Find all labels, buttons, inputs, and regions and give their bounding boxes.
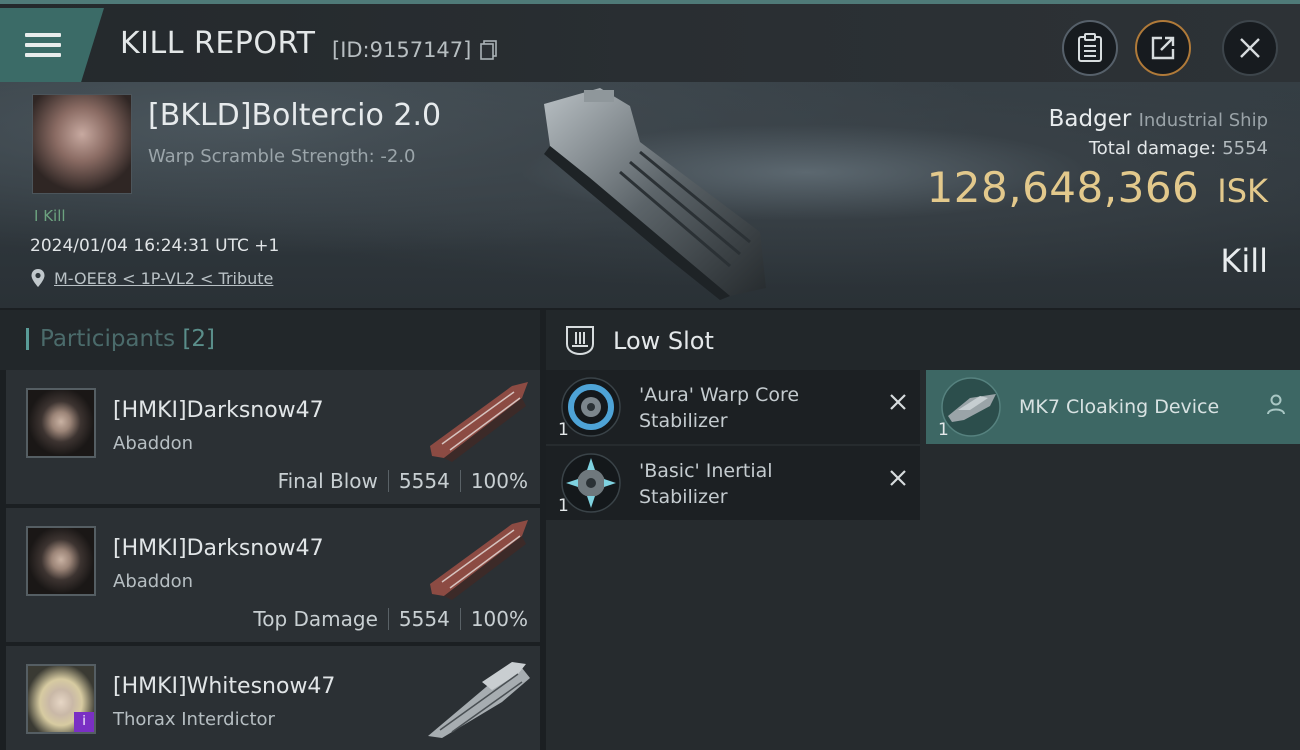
copy-icon[interactable] [480, 40, 498, 60]
participant-ship-image [430, 520, 528, 600]
result-label: Kill [1220, 242, 1268, 280]
module-item[interactable]: 1 'Aura' Warp Core Stabilizer [546, 370, 920, 444]
info-badge-icon: i [74, 712, 94, 732]
module-item[interactable]: 1 'Basic' Inertial Stabilizer [546, 446, 920, 520]
share-button[interactable] [1135, 20, 1191, 76]
participants-count: [2] [182, 326, 216, 352]
clipboard-button[interactable] [1062, 20, 1118, 76]
module-name-line1: 'Aura' Warp Core [639, 384, 800, 406]
low-slot-title: Low Slot [613, 327, 714, 355]
victim-name[interactable]: [BKLD]Boltercio 2.0 [148, 98, 441, 133]
section-accent-bar [26, 328, 29, 350]
victim-summary: [BKLD]Boltercio 2.0 Warp Scramble Streng… [0, 82, 1300, 308]
module-quantity: 1 [938, 420, 949, 440]
clipboard-icon [1078, 33, 1102, 62]
module-item[interactable]: 1 MK7 Cloaking Device [926, 370, 1300, 444]
participant-ship: Abaddon [113, 571, 194, 592]
participant-avatar[interactable] [26, 526, 96, 596]
participant-ship-image [428, 662, 530, 738]
participant-role: Top Damage [253, 607, 378, 631]
kill-timestamp: 2024/01/04 16:24:31 UTC +1 [30, 236, 280, 256]
inertial-stabilizer-icon [561, 453, 621, 513]
victim-portrait[interactable] [32, 94, 132, 194]
close-icon [1240, 38, 1260, 58]
kill-tag: I Kill [34, 207, 66, 225]
module-name-line2: Stabilizer [639, 410, 728, 432]
warp-core-stabilizer-icon [561, 377, 621, 437]
cloaking-device-icon [941, 377, 1001, 437]
victim-ship-image [544, 88, 766, 300]
isk-unit: ISK [1217, 172, 1268, 210]
participant-avatar[interactable] [26, 388, 96, 458]
participant-percent: 100% [470, 469, 528, 493]
location-link[interactable]: M-OEE8 < 1P-VL2 < Tribute [54, 269, 273, 288]
ship-class: Industrial Ship [1138, 110, 1268, 131]
top-bar: KILL REPORT [ID:9157147] [0, 0, 1300, 82]
module-quantity: 1 [558, 420, 569, 440]
warp-scramble-strength: Warp Scramble Strength: -2.0 [148, 146, 416, 167]
module-quantity: 1 [558, 496, 569, 516]
module-name: MK7 Cloaking Device [1019, 396, 1220, 418]
close-button[interactable] [1222, 20, 1278, 76]
participant-damage: 5554 [398, 469, 450, 493]
low-slot-header: Low Slot [546, 310, 1300, 370]
participant-row[interactable]: i [HMKI]Whitesnow47 Thorax Interdictor [6, 646, 540, 750]
loss-summary: Badger Industrial Ship Total damage: 5554… [927, 106, 1268, 212]
participant-role: Final Blow [277, 469, 378, 493]
page-title: KILL REPORT [120, 26, 316, 61]
person-icon [1267, 394, 1285, 415]
kill-location[interactable]: M-OEE8 < 1P-VL2 < Tribute [30, 268, 273, 288]
report-id: [ID:9157147] [332, 38, 472, 62]
hamburger-icon [25, 27, 61, 63]
ship-name[interactable]: Badger [1049, 106, 1132, 132]
participant-ship: Thorax Interdictor [113, 709, 275, 730]
total-damage-value: 5554 [1222, 138, 1268, 159]
destroyed-x-icon [890, 470, 906, 486]
location-pin-icon [31, 269, 45, 287]
participant-row[interactable]: [HMKI]Darksnow47 Abaddon Final Blow 5554… [6, 370, 540, 504]
participants-header: Participants [2] [0, 310, 540, 370]
participant-damage: 5554 [398, 607, 450, 631]
participant-ship: Abaddon [113, 433, 194, 454]
participant-name: [HMKI]Darksnow47 [113, 398, 324, 423]
total-damage-label: Total damage: [1088, 138, 1217, 159]
destroyed-x-icon [890, 394, 906, 410]
participant-avatar[interactable]: i [26, 664, 96, 734]
module-name-line1: 'Basic' Inertial [639, 460, 773, 482]
participant-row[interactable]: [HMKI]Darksnow47 Abaddon Top Damage 5554… [6, 508, 540, 642]
fitting-panel: Low Slot 1 'Aura' Warp Core Stabilizer 1… [546, 310, 1300, 750]
participant-name: [HMKI]Darksnow47 [113, 536, 324, 561]
participant-ship-image [430, 382, 528, 462]
menu-button[interactable] [0, 8, 104, 82]
participant-percent: 100% [470, 607, 528, 631]
participants-title: Participants [40, 326, 176, 352]
participant-name: [HMKI]Whitesnow47 [113, 674, 336, 699]
module-name-line2: Stabilizer [639, 486, 728, 508]
isk-value: 128,648,366 [926, 163, 1200, 212]
share-icon [1151, 36, 1175, 60]
low-slot-icon [566, 326, 594, 356]
